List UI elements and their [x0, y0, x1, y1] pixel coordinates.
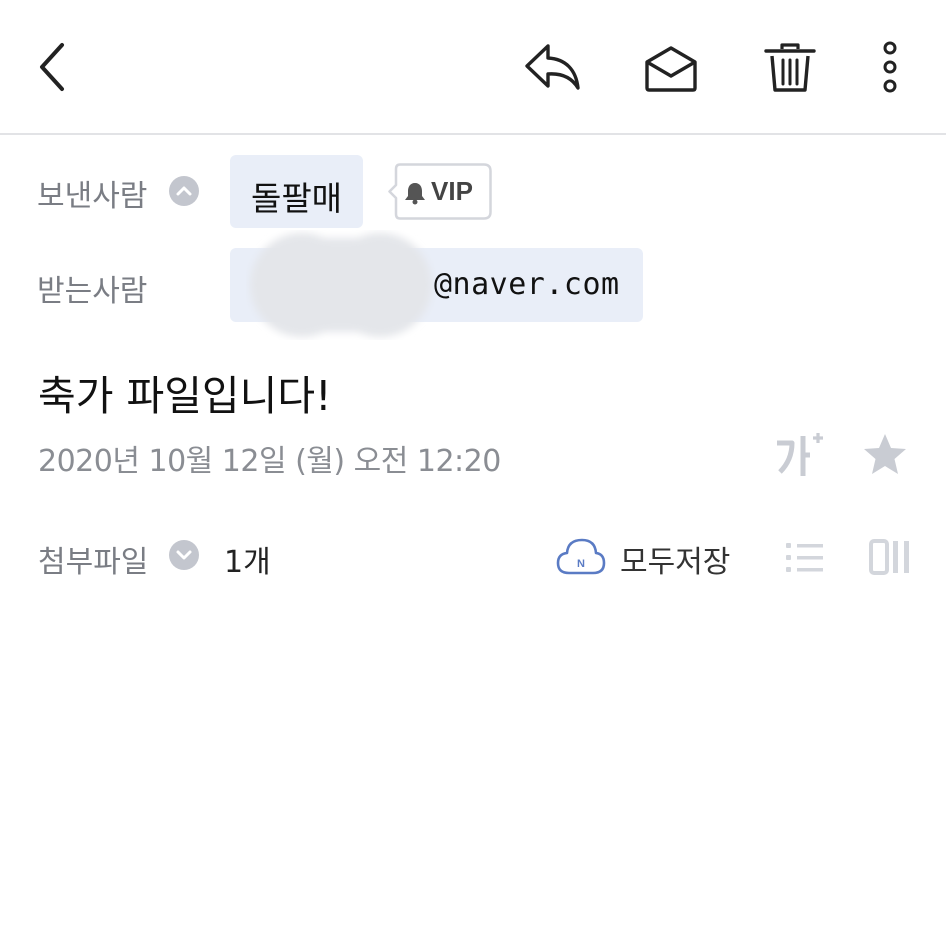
- attachment-label: 첨부파일: [38, 545, 149, 580]
- star-icon[interactable]: [862, 432, 908, 478]
- save-all-button[interactable]: 모두저장: [620, 537, 730, 581]
- vip-badge[interactable]: VIP: [388, 163, 492, 220]
- top-toolbar: [0, 0, 946, 135]
- sender-label: 보낸사람: [37, 179, 148, 214]
- chevron-up-icon[interactable]: [169, 176, 199, 206]
- more-vertical-icon[interactable]: [874, 40, 906, 96]
- cloud-icon-letter: N: [577, 558, 585, 570]
- mail-subject: 축가 파일입니다!: [38, 372, 332, 420]
- recipient-chip[interactable]: @naver.com: [230, 233, 643, 337]
- grid-view-icon[interactable]: [868, 538, 912, 576]
- vip-label: VIP: [431, 176, 473, 206]
- recipient-email: @naver.com: [434, 267, 620, 302]
- mail-date: 2020년 10월 12일 (월) 오전 12:20: [38, 444, 501, 479]
- sender-name: 돌팔매: [250, 179, 343, 218]
- recipient-label: 받는사람: [37, 274, 148, 309]
- chevron-down-icon[interactable]: [169, 540, 199, 570]
- font-size-icon[interactable]: [774, 430, 826, 480]
- sender-chip[interactable]: 돌팔매: [230, 155, 363, 228]
- trash-icon[interactable]: [762, 40, 818, 96]
- envelope-open-icon[interactable]: [642, 44, 700, 94]
- back-icon[interactable]: [34, 40, 74, 94]
- attachment-count: 1개: [224, 545, 271, 580]
- cloud-icon[interactable]: N: [556, 535, 606, 579]
- list-view-icon[interactable]: [785, 540, 825, 576]
- reply-icon[interactable]: [522, 42, 582, 94]
- redacted-blur: [250, 233, 432, 337]
